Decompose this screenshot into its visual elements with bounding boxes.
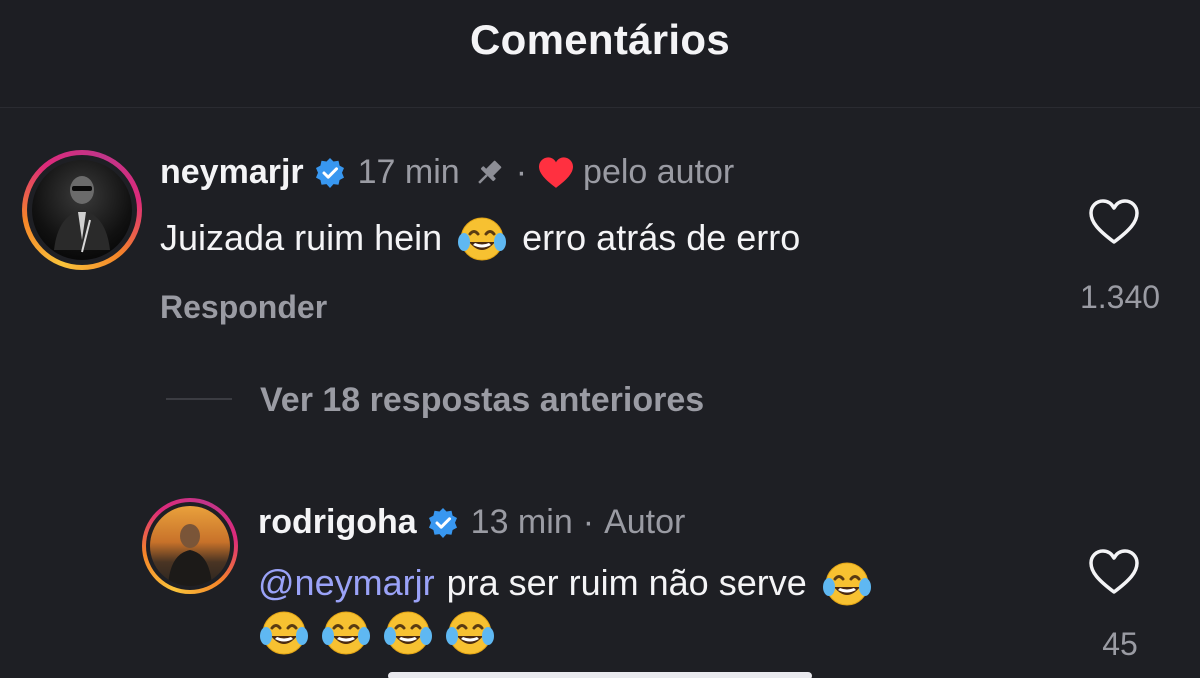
reply-like-count: 45 — [1102, 626, 1138, 662]
laughing-emoji-icon — [382, 606, 434, 658]
header: Comentários — [0, 0, 1200, 108]
home-indicator — [388, 672, 812, 678]
replies-divider — [166, 398, 232, 400]
avatar-image — [32, 160, 132, 260]
avatar-image — [150, 506, 230, 586]
page-title: Comentários — [469, 16, 731, 63]
laughing-emoji-icon — [258, 606, 310, 658]
verified-badge-icon — [427, 507, 459, 539]
laughing-emoji-icon — [456, 212, 508, 264]
avatar-rodrigoha[interactable] — [142, 498, 238, 594]
comments-page: Comentários neymarjr 17 min · pelo autor… — [0, 0, 1200, 678]
author-label: Autor — [604, 503, 686, 541]
comment-text: Juizada ruim hein erro atrás de erro — [160, 212, 800, 264]
comment-text-part1: Juizada ruim hein — [160, 217, 443, 258]
reply-text-body: pra ser ruim não serve — [446, 562, 807, 603]
red-heart-icon — [539, 156, 574, 188]
reply-text: @neymarjr pra ser ruim não serve — [258, 557, 873, 609]
laughing-emoji-icon — [320, 606, 372, 658]
meta-separator: · — [582, 503, 595, 541]
heart-outline-icon[interactable] — [1088, 198, 1140, 246]
meta-separator: · — [515, 153, 528, 191]
mention-link[interactable]: @neymarjr — [258, 562, 435, 604]
reply-button[interactable]: Responder — [160, 289, 327, 326]
reply-emoji-row — [258, 606, 496, 658]
comment-time: 17 min — [357, 153, 460, 191]
laughing-emoji-icon — [821, 557, 873, 609]
comment-header: neymarjr 17 min · pelo autor — [160, 153, 734, 192]
reply-username[interactable]: rodrigoha — [258, 503, 417, 542]
reply-time: 13 min — [470, 503, 573, 541]
comment-actions: Responder — [160, 289, 327, 326]
reply-header: rodrigoha 13 min · Autor — [258, 503, 685, 542]
pin-icon — [477, 160, 502, 184]
comment-text-part2: erro atrás de erro — [522, 217, 801, 258]
like-count: 1.340 — [1079, 279, 1161, 315]
laughing-emoji-icon — [444, 606, 496, 658]
comment-username[interactable]: neymarjr — [160, 153, 304, 192]
verified-badge-icon — [314, 157, 346, 189]
view-previous-replies-button[interactable]: Ver 18 respostas anteriores — [260, 381, 704, 420]
liked-by-author-label: pelo autor — [583, 153, 735, 191]
heart-outline-icon[interactable] — [1088, 548, 1140, 596]
avatar-neymarjr[interactable] — [22, 150, 142, 270]
